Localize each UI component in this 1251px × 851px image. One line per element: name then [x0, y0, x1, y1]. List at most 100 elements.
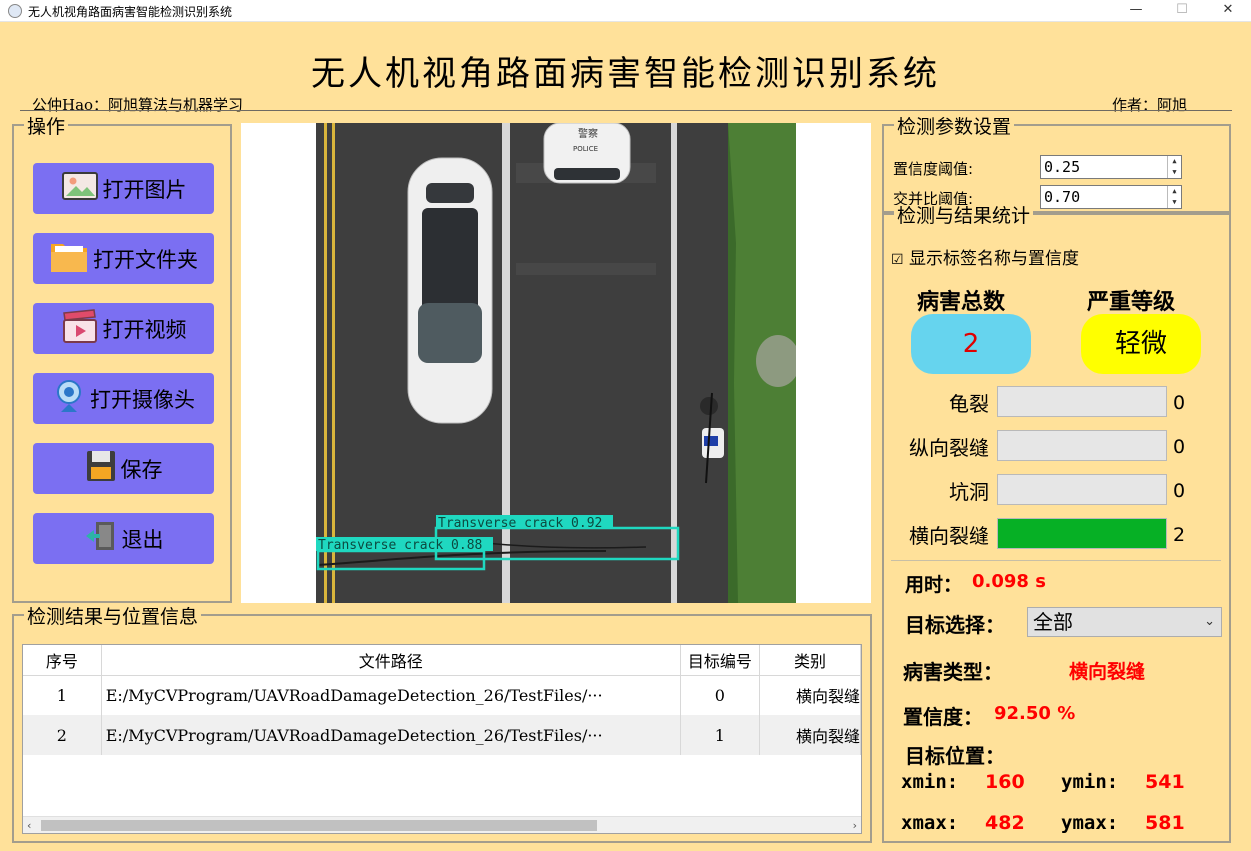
category-label-longitudinal: 纵向裂缝	[909, 436, 989, 460]
target-select-combobox[interactable]: 全部 ⌄	[1027, 607, 1222, 637]
params-title: 检测参数设置	[894, 116, 1015, 138]
category-count-transverse: 2	[1173, 524, 1186, 546]
category-bar-pothole	[997, 474, 1167, 505]
xmin-value: 160	[985, 771, 1025, 793]
category-label-pothole: 坑洞	[949, 480, 989, 504]
results-table[interactable]: 序号 文件路径 目标编号 类别 1 E:/MyCVProgram/UAVRoad…	[22, 644, 862, 834]
spin-down-icon[interactable]: ▼	[1168, 197, 1181, 208]
conf-spin-arrows[interactable]: ▲ ▼	[1167, 156, 1181, 178]
row-target: 0	[680, 675, 760, 715]
table-row[interactable]: 1 E:/MyCVProgram/UAVRoadDamageDetection_…	[23, 675, 861, 715]
operations-group: 操作 打开图片 打开文件夹 打开视频 打开摄像头 保存 退出	[12, 116, 232, 603]
spin-up-icon[interactable]: ▲	[1168, 186, 1181, 197]
app-icon	[8, 4, 22, 18]
category-count-alligator: 0	[1173, 392, 1186, 414]
save-icon	[85, 449, 121, 488]
horizontal-scrollbar[interactable]: ‹ ›	[23, 816, 861, 833]
webcam-icon	[52, 378, 90, 419]
xmin-label: xmin:	[901, 771, 959, 793]
xmax-label: xmax:	[901, 812, 959, 834]
category-bar-transverse	[997, 518, 1167, 549]
table-row[interactable]: 2 E:/MyCVProgram/UAVRoadDamageDetection_…	[23, 715, 861, 755]
position-label: 目标位置：	[905, 744, 1005, 768]
detection-label-2: Transverse crack 0.88	[318, 538, 482, 553]
category-fill	[998, 519, 1166, 548]
exit-label: 退出	[121, 527, 164, 552]
time-label: 用时：	[905, 574, 963, 596]
column-header-class[interactable]: 类别	[759, 645, 861, 676]
detection-label-1: Transverse crack 0.92	[438, 516, 602, 531]
app-title: 无人机视角路面病害智能检测识别系统	[311, 54, 940, 94]
conf-threshold-spinbox[interactable]: 0.25 ▲ ▼	[1040, 155, 1182, 179]
spin-up-icon[interactable]: ▲	[1168, 156, 1181, 167]
severity-label: 严重等级	[1087, 289, 1176, 315]
open-folder-button[interactable]: 打开文件夹	[33, 233, 214, 284]
stats-title: 检测与结果统计	[894, 205, 1034, 227]
conf-threshold-value: 0.25	[1044, 158, 1081, 176]
row-class: 横向裂缝	[759, 675, 861, 715]
category-label-transverse: 横向裂缝	[909, 524, 989, 548]
window-title: 无人机视角路面病害智能检测识别系统	[28, 5, 233, 19]
ymin-label: ymin:	[1061, 771, 1119, 793]
chevron-down-icon[interactable]: ⌄	[1204, 608, 1215, 636]
time-value: 0.098 s	[972, 571, 1046, 592]
iou-threshold-spinbox[interactable]: 0.70 ▲ ▼	[1040, 185, 1182, 209]
show-labels-label: 显示标签名称与置信度	[908, 249, 1079, 269]
minimize-button[interactable]: —	[1113, 0, 1159, 22]
car-left	[407, 157, 493, 424]
iou-spin-arrows[interactable]: ▲ ▼	[1167, 186, 1181, 208]
detection-image: 警察 POLICE Transverse crack 0.92 Transver…	[316, 123, 796, 603]
show-labels-checkbox[interactable]: ☑ 显示标签名称与置信度	[891, 244, 1079, 269]
category-bar-longitudinal	[997, 430, 1167, 461]
exit-icon	[84, 519, 122, 558]
damage-type-label: 病害类型：	[903, 660, 1003, 684]
ymax-label: ymax:	[1061, 812, 1119, 834]
open-camera-button[interactable]: 打开摄像头	[33, 373, 214, 424]
car-police: 警察 POLICE	[543, 123, 631, 184]
header-author: 作者：阿旭	[1112, 96, 1188, 114]
open-video-button[interactable]: 打开视频	[33, 303, 214, 354]
row-index: 2	[23, 715, 102, 755]
maximize-button[interactable]: ☐	[1159, 0, 1205, 22]
save-button[interactable]: 保存	[33, 443, 214, 494]
scroll-left-icon[interactable]: ‹	[27, 817, 31, 833]
open-camera-label: 打开摄像头	[90, 387, 195, 412]
open-image-label: 打开图片	[102, 177, 187, 202]
column-header-index[interactable]: 序号	[23, 645, 102, 676]
category-bar-alligator	[997, 386, 1167, 417]
close-button[interactable]: ✕	[1205, 0, 1251, 22]
open-folder-label: 打开文件夹	[93, 247, 198, 272]
window-titlebar: 无人机视角路面病害智能检测识别系统 — ☐ ✕	[0, 0, 1251, 22]
header-divider	[20, 110, 1232, 111]
damage-type-value: 横向裂缝	[1069, 661, 1146, 683]
column-header-path[interactable]: 文件路径	[101, 645, 681, 676]
stats-divider	[891, 560, 1221, 561]
scrollbar-thumb[interactable]	[41, 820, 597, 831]
spin-down-icon[interactable]: ▼	[1168, 167, 1181, 178]
row-index: 1	[23, 675, 102, 715]
category-count-pothole: 0	[1173, 480, 1186, 502]
total-count-value: 2	[911, 314, 1031, 374]
confidence-value: 92.50 %	[994, 703, 1076, 724]
row-path: E:/MyCVProgram/UAVRoadDamageDetection_26…	[101, 675, 681, 715]
iou-threshold-value: 0.70	[1044, 188, 1081, 206]
total-count-label: 病害总数	[917, 289, 1006, 315]
row-target: 1	[680, 715, 760, 755]
target-select-label: 目标选择：	[905, 613, 1005, 637]
open-video-label: 打开视频	[102, 317, 187, 342]
image-icon	[61, 170, 103, 207]
xmax-value: 482	[985, 812, 1025, 834]
open-image-button[interactable]: 打开图片	[33, 163, 214, 214]
row-class: 横向裂缝	[759, 715, 861, 755]
scroll-right-icon[interactable]: ›	[853, 817, 857, 833]
operations-title: 操作	[24, 116, 69, 138]
ymin-value: 541	[1145, 771, 1185, 793]
exit-button[interactable]: 退出	[33, 513, 214, 564]
car-roof-text-2: POLICE	[573, 145, 598, 153]
column-header-target[interactable]: 目标编号	[680, 645, 760, 676]
save-label: 保存	[120, 457, 163, 482]
car-roof-text-1: 警察	[578, 127, 598, 140]
checkbox-checked-icon[interactable]: ☑	[891, 252, 904, 268]
video-icon	[61, 308, 103, 349]
results-title: 检测结果与位置信息	[24, 606, 202, 628]
